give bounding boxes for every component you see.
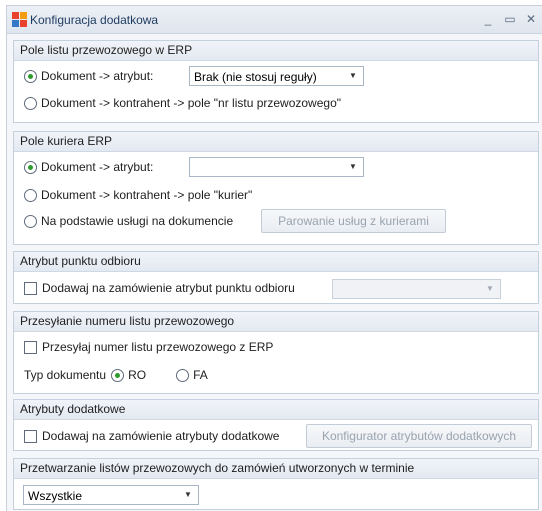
courier-option-service[interactable]: Na podstawie usługi na dokumencie (24, 211, 233, 231)
additional-attributes-option[interactable]: Dodawaj na zamówienie atrybuty dodatkowe (24, 426, 279, 446)
waybill-option-attribute[interactable]: Dokument -> atrybut: (24, 66, 153, 86)
attributes-configurator-button[interactable]: Konfigurator atrybutów dodatkowych (306, 424, 532, 448)
section-pickup-point: Atrybut punktu odbioru Dodawaj na zamówi… (13, 251, 539, 304)
app-logo-icon (12, 12, 28, 28)
chevron-down-icon[interactable]: ▼ (345, 160, 361, 174)
option-label: Na podstawie usługi na dokumencie (41, 214, 234, 228)
chevron-down-icon[interactable]: ▼ (482, 282, 498, 296)
section-additional-attributes: Atrybuty dodatkowe Dodawaj na zamówienie… (13, 399, 539, 451)
checkbox[interactable] (24, 429, 37, 443)
minimize-icon[interactable]: _ (480, 11, 496, 27)
section-courier-field: Pole kuriera ERP Dokument -> atrybut: ▼ … (13, 131, 539, 245)
section-header: Pole kuriera ERP (14, 132, 538, 152)
option-label: Dokument -> kontrahent -> pole "kurier" (41, 188, 253, 202)
section-header: Pole listu przewozowego w ERP (14, 41, 538, 61)
chevron-down-icon[interactable]: ▼ (180, 488, 196, 502)
select-value: Wszystkie (28, 489, 82, 503)
option-label: Dokument -> atrybut: (41, 160, 154, 174)
waybill-attribute-select[interactable]: Brak (nie stosuj reguły) ▼ (189, 66, 364, 86)
waybill-option-contractor[interactable]: Dokument -> kontrahent -> pole "nr listu… (24, 93, 341, 113)
section-processing-period: Przetwarzanie listów przewozowych do zam… (13, 458, 539, 510)
section-waybill-field: Pole listu przewozowego w ERP Dokument -… (13, 40, 539, 123)
section-send-waybill: Przesyłanie numeru listu przewozowego Pr… (13, 311, 539, 394)
config-window: Konfiguracja dodatkowa _ ▭ ✕ Pole listu … (6, 5, 542, 511)
option-label: Dodawaj na zamówienie atrybut punktu odb… (42, 281, 295, 295)
radio-fa-label[interactable]: FA (193, 368, 208, 382)
period-select[interactable]: Wszystkie ▼ (23, 485, 199, 505)
section-header: Przetwarzanie listów przewozowych do zam… (14, 459, 538, 479)
option-label: Przesyłaj numer listu przewozowego z ERP (42, 340, 274, 354)
section-header: Atrybut punktu odbioru (14, 252, 538, 272)
document-type-label: Typ dokumentu (24, 368, 107, 382)
radio-button[interactable] (24, 69, 37, 83)
checkbox[interactable] (24, 340, 37, 354)
courier-option-contractor[interactable]: Dokument -> kontrahent -> pole "kurier" (24, 185, 252, 205)
document-type-row: Typ dokumentu RO FA (24, 365, 208, 385)
radio-ro-label[interactable]: RO (128, 368, 146, 382)
courier-option-attribute[interactable]: Dokument -> atrybut: (24, 157, 153, 177)
chevron-down-icon[interactable]: ▼ (345, 69, 361, 83)
pickup-point-select[interactable]: ▼ (332, 279, 501, 299)
checkbox[interactable] (24, 281, 37, 295)
send-waybill-option[interactable]: Przesyłaj numer listu przewozowego z ERP (24, 337, 273, 357)
title-bar[interactable]: Konfiguracja dodatkowa _ ▭ ✕ (7, 6, 542, 34)
radio-button[interactable] (24, 96, 37, 110)
radio-button[interactable] (24, 188, 37, 202)
option-label: Dokument -> kontrahent -> pole "nr listu… (41, 96, 342, 110)
pair-services-button[interactable]: Parowanie usług z kurierami (261, 209, 446, 233)
option-label: Dodawaj na zamówienie atrybuty dodatkowe (42, 429, 280, 443)
close-icon[interactable]: ✕ (523, 11, 539, 27)
radio-fa[interactable] (176, 368, 190, 382)
radio-button[interactable] (24, 160, 37, 174)
select-value: Brak (nie stosuj reguły) (194, 70, 317, 84)
section-header: Przesyłanie numeru listu przewozowego (14, 312, 538, 332)
window-title: Konfiguracja dodatkowa (30, 13, 159, 27)
courier-attribute-select[interactable]: ▼ (189, 157, 364, 177)
pickup-point-option[interactable]: Dodawaj na zamówienie atrybut punktu odb… (24, 278, 295, 298)
section-header: Atrybuty dodatkowe (14, 400, 538, 420)
option-label: Dokument -> atrybut: (41, 69, 154, 83)
maximize-icon[interactable]: ▭ (502, 11, 518, 27)
radio-ro[interactable] (111, 368, 125, 382)
radio-button[interactable] (24, 214, 37, 228)
